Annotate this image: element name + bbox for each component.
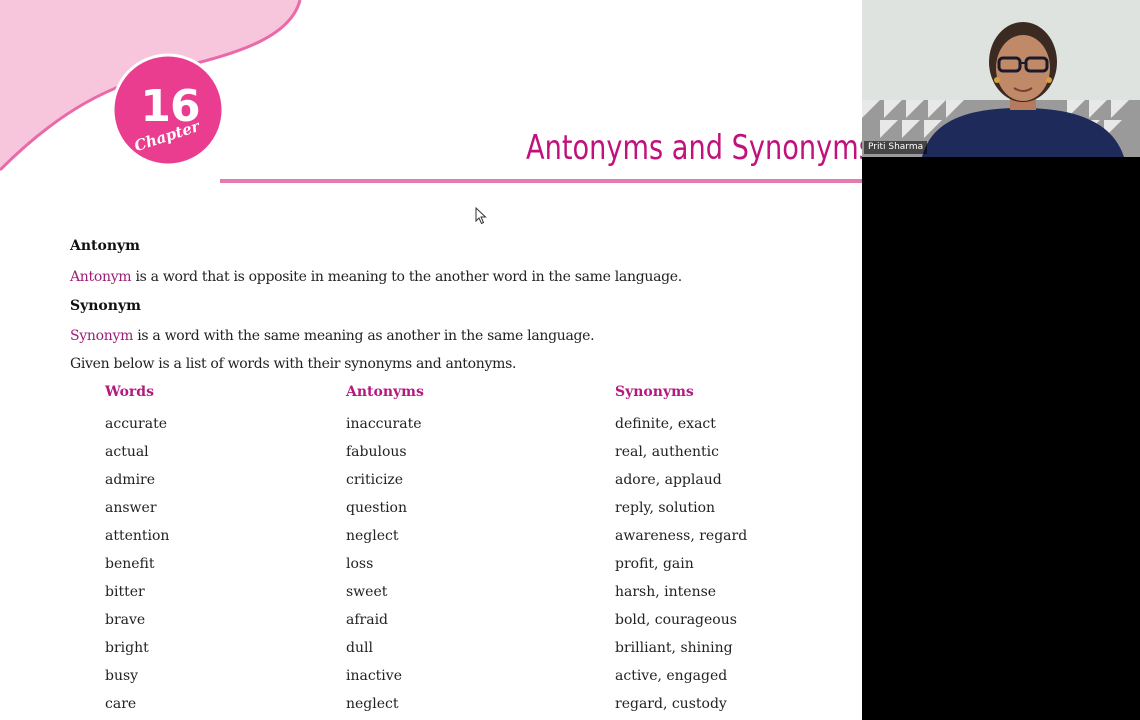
mouse-pointer-icon [475,207,487,225]
synonym-cell: brilliant, shining [615,640,733,656]
antonym-cell: criticize [346,472,404,488]
antonym-cell: inaccurate [346,416,422,432]
antonym-term: Antonym [70,269,132,285]
synonym-cell: real, authentic [615,444,719,460]
antonym-cell: dull [346,640,373,656]
list-intro: Given below is a list of words with thei… [70,356,517,372]
antonym-cell: fabulous [346,444,407,460]
column-header-synonyms: Synonyms [615,384,694,400]
word-cell: brave [105,612,146,628]
word-cell: answer [105,500,157,516]
word-cell: benefit [105,556,155,572]
table-row: bitter sweet harsh, intense [105,584,805,612]
synonym-cell: bold, courageous [615,612,737,628]
antonym-cell: inactive [346,668,402,684]
synonym-cell: harsh, intense [615,584,717,600]
antonym-cell: sweet [346,584,388,600]
synonym-cell: reply, solution [615,500,716,516]
table-row: brave afraid bold, courageous [105,612,805,640]
antonym-heading: Antonym [70,238,140,254]
synonym-definition: Synonym is a word with the same meaning … [70,328,595,344]
page-title: Antonyms and Synonyms [526,128,862,168]
table-row: answer question reply, solution [105,500,805,528]
antonym-cell: loss [346,556,374,572]
participant-video-feed [862,0,1140,157]
table-row: actual fabulous real, authentic [105,444,805,472]
table-row: admire criticize adore, applaud [105,472,805,500]
word-cell: admire [105,472,156,488]
synonym-term: Synonym [70,328,134,344]
synonym-cell: awareness, regard [615,528,748,544]
word-cell: attention [105,528,170,544]
word-cell: bright [105,640,149,656]
column-header-antonyms: Antonyms [346,384,424,400]
antonym-cell: neglect [346,696,399,712]
table-row: care neglect regard, custody [105,696,805,720]
synonym-definition-text: is a word with the same meaning as anoth… [133,328,595,344]
table-row: bright dull brilliant, shining [105,640,805,668]
table-row: benefit loss profit, gain [105,556,805,584]
table-row: busy inactive active, engaged [105,668,805,696]
antonym-cell: neglect [346,528,399,544]
antonym-cell: question [346,500,407,516]
word-cell: accurate [105,416,167,432]
synonym-cell: adore, applaud [615,472,722,488]
antonym-definition: Antonym is a word that is opposite in me… [70,269,682,285]
word-cell: busy [105,668,139,684]
synonym-cell: definite, exact [615,416,716,432]
participant-name-label: Priti Sharma [864,141,928,154]
column-header-words: Words [105,384,154,400]
word-cell: bitter [105,584,145,600]
synonym-cell: profit, gain [615,556,694,572]
table-row: attention neglect awareness, regard [105,528,805,556]
antonym-definition-text: is a word that is opposite in meaning to… [131,269,682,285]
screen: 16 Chapter Antonyms and Synonyms Antonym… [0,0,1140,720]
participant-video-tile[interactable]: Priti Sharma [862,0,1140,157]
antonym-cell: afraid [346,612,389,628]
shared-document-page: 16 Chapter Antonyms and Synonyms Antonym… [0,0,862,720]
word-cell: care [105,696,137,712]
synonym-cell: active, engaged [615,668,728,684]
title-underline [220,179,862,183]
word-cell: actual [105,444,149,460]
video-panel: Priti Sharma [862,0,1140,720]
synonym-heading: Synonym [70,298,141,314]
table-row: accurate inaccurate definite, exact [105,416,805,444]
synonym-cell: regard, custody [615,696,727,712]
